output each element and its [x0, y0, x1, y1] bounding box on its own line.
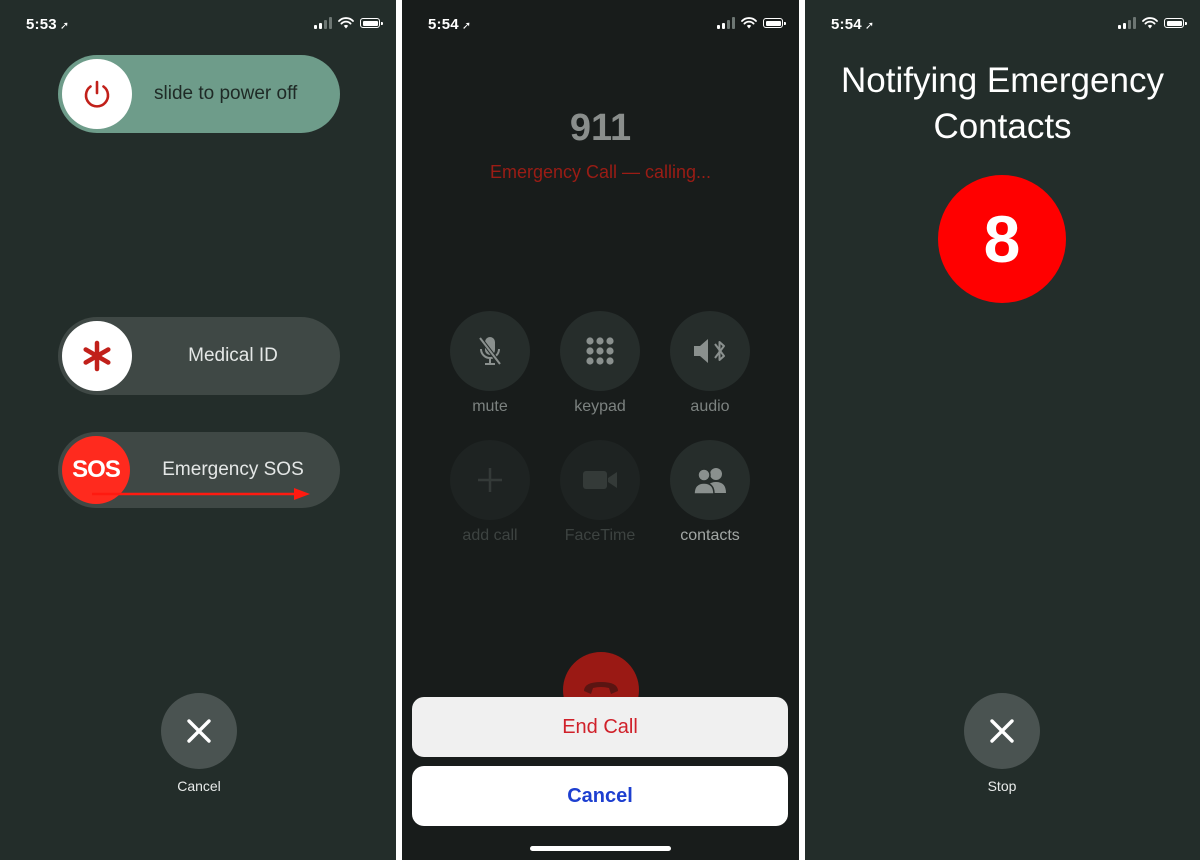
cancel-button[interactable]: Cancel	[412, 766, 788, 826]
phone-hangup-icon	[584, 682, 618, 694]
cancel-button[interactable]	[161, 693, 237, 769]
power-icon	[84, 80, 110, 108]
status-bar: 5:53 ➚	[0, 14, 396, 36]
notifying-contacts-screen: 5:54 ➚ Notifying Emergency Contacts 8 Sto…	[805, 0, 1200, 860]
audio-label: audio	[690, 398, 730, 415]
swipe-arrow-icon	[92, 488, 310, 500]
asterisk-icon	[83, 340, 111, 372]
location-arrow-icon: ➚	[59, 20, 70, 32]
mic-slash-icon	[478, 336, 502, 366]
facetime-button[interactable]	[560, 440, 640, 520]
medical-slider-label: Medical ID	[188, 345, 278, 366]
facetime-label: FaceTime	[564, 527, 636, 544]
status-bar: 5:54 ➚	[805, 14, 1200, 36]
location-arrow-icon: ➚	[864, 20, 875, 32]
status-time: 5:54	[831, 16, 862, 33]
add-call-button[interactable]	[450, 440, 530, 520]
power-slider-label: slide to power off	[154, 83, 298, 104]
medical-slider-knob[interactable]	[62, 321, 132, 391]
speaker-bluetooth-icon	[694, 339, 725, 363]
status-time: 5:53	[26, 16, 57, 33]
keypad-label: keypad	[574, 398, 626, 415]
notify-title: Notifying Emergency Contacts	[805, 58, 1200, 150]
home-indicator[interactable]	[530, 846, 671, 851]
power-off-screen: 5:53 ➚ slide to power off Medical ID SOS…	[0, 0, 396, 860]
wifi-icon	[1142, 17, 1158, 29]
wifi-icon	[741, 17, 757, 29]
countdown-badge: 8	[938, 175, 1066, 303]
contacts-label: contacts	[680, 527, 740, 544]
status-bar: 5:54 ➚	[402, 14, 799, 36]
cellular-signal-icon	[1118, 17, 1136, 29]
wifi-icon	[338, 17, 354, 29]
keypad-icon	[586, 337, 614, 365]
end-call-button[interactable]: End Call	[412, 697, 788, 757]
audio-button[interactable]	[670, 311, 750, 391]
notify-title-line1: Notifying Emergency	[841, 61, 1164, 100]
stop-label: Stop	[987, 778, 1017, 794]
status-time: 5:54	[428, 16, 459, 33]
location-arrow-icon: ➚	[461, 20, 472, 32]
battery-icon	[763, 18, 786, 28]
contacts-icon	[693, 468, 726, 495]
plus-icon	[478, 468, 502, 492]
dialed-number: 911	[569, 107, 632, 149]
mute-label: mute	[472, 398, 508, 415]
video-camera-icon	[583, 471, 617, 489]
cellular-signal-icon	[717, 17, 735, 29]
battery-icon	[1164, 18, 1187, 28]
sos-knob-text: SOS	[72, 456, 121, 483]
medical-id-slider[interactable]: Medical ID	[58, 317, 340, 395]
keypad-button[interactable]	[560, 311, 640, 391]
mute-button[interactable]	[450, 311, 530, 391]
cellular-signal-icon	[314, 17, 332, 29]
emergency-call-screen: 5:54 ➚ 911 Emergency Call — calling... mu…	[402, 0, 799, 860]
power-off-slider[interactable]: slide to power off	[58, 55, 340, 133]
call-status: Emergency Call — calling...	[489, 162, 712, 182]
power-slider-knob[interactable]	[62, 59, 132, 129]
notify-title-line2: Contacts	[933, 107, 1072, 146]
stop-button[interactable]	[964, 693, 1040, 769]
contacts-button[interactable]	[670, 440, 750, 520]
battery-icon	[360, 18, 383, 28]
add-call-label: add call	[462, 527, 518, 544]
close-icon	[990, 719, 1014, 743]
close-icon	[187, 719, 211, 743]
cancel-label: Cancel	[177, 778, 221, 794]
